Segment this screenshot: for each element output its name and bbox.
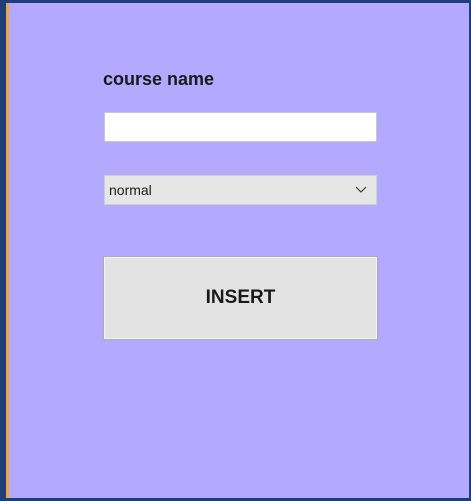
course-type-select[interactable]: normal	[104, 175, 377, 205]
window-frame: course name normal INSERT	[0, 0, 471, 501]
insert-button[interactable]: INSERT	[103, 256, 378, 340]
course-type-selected-value: normal	[109, 182, 152, 198]
course-name-label: course name	[103, 69, 215, 89]
chevron-down-icon	[354, 183, 368, 197]
form-panel	[9, 3, 469, 498]
course-name-input[interactable]	[104, 112, 377, 142]
